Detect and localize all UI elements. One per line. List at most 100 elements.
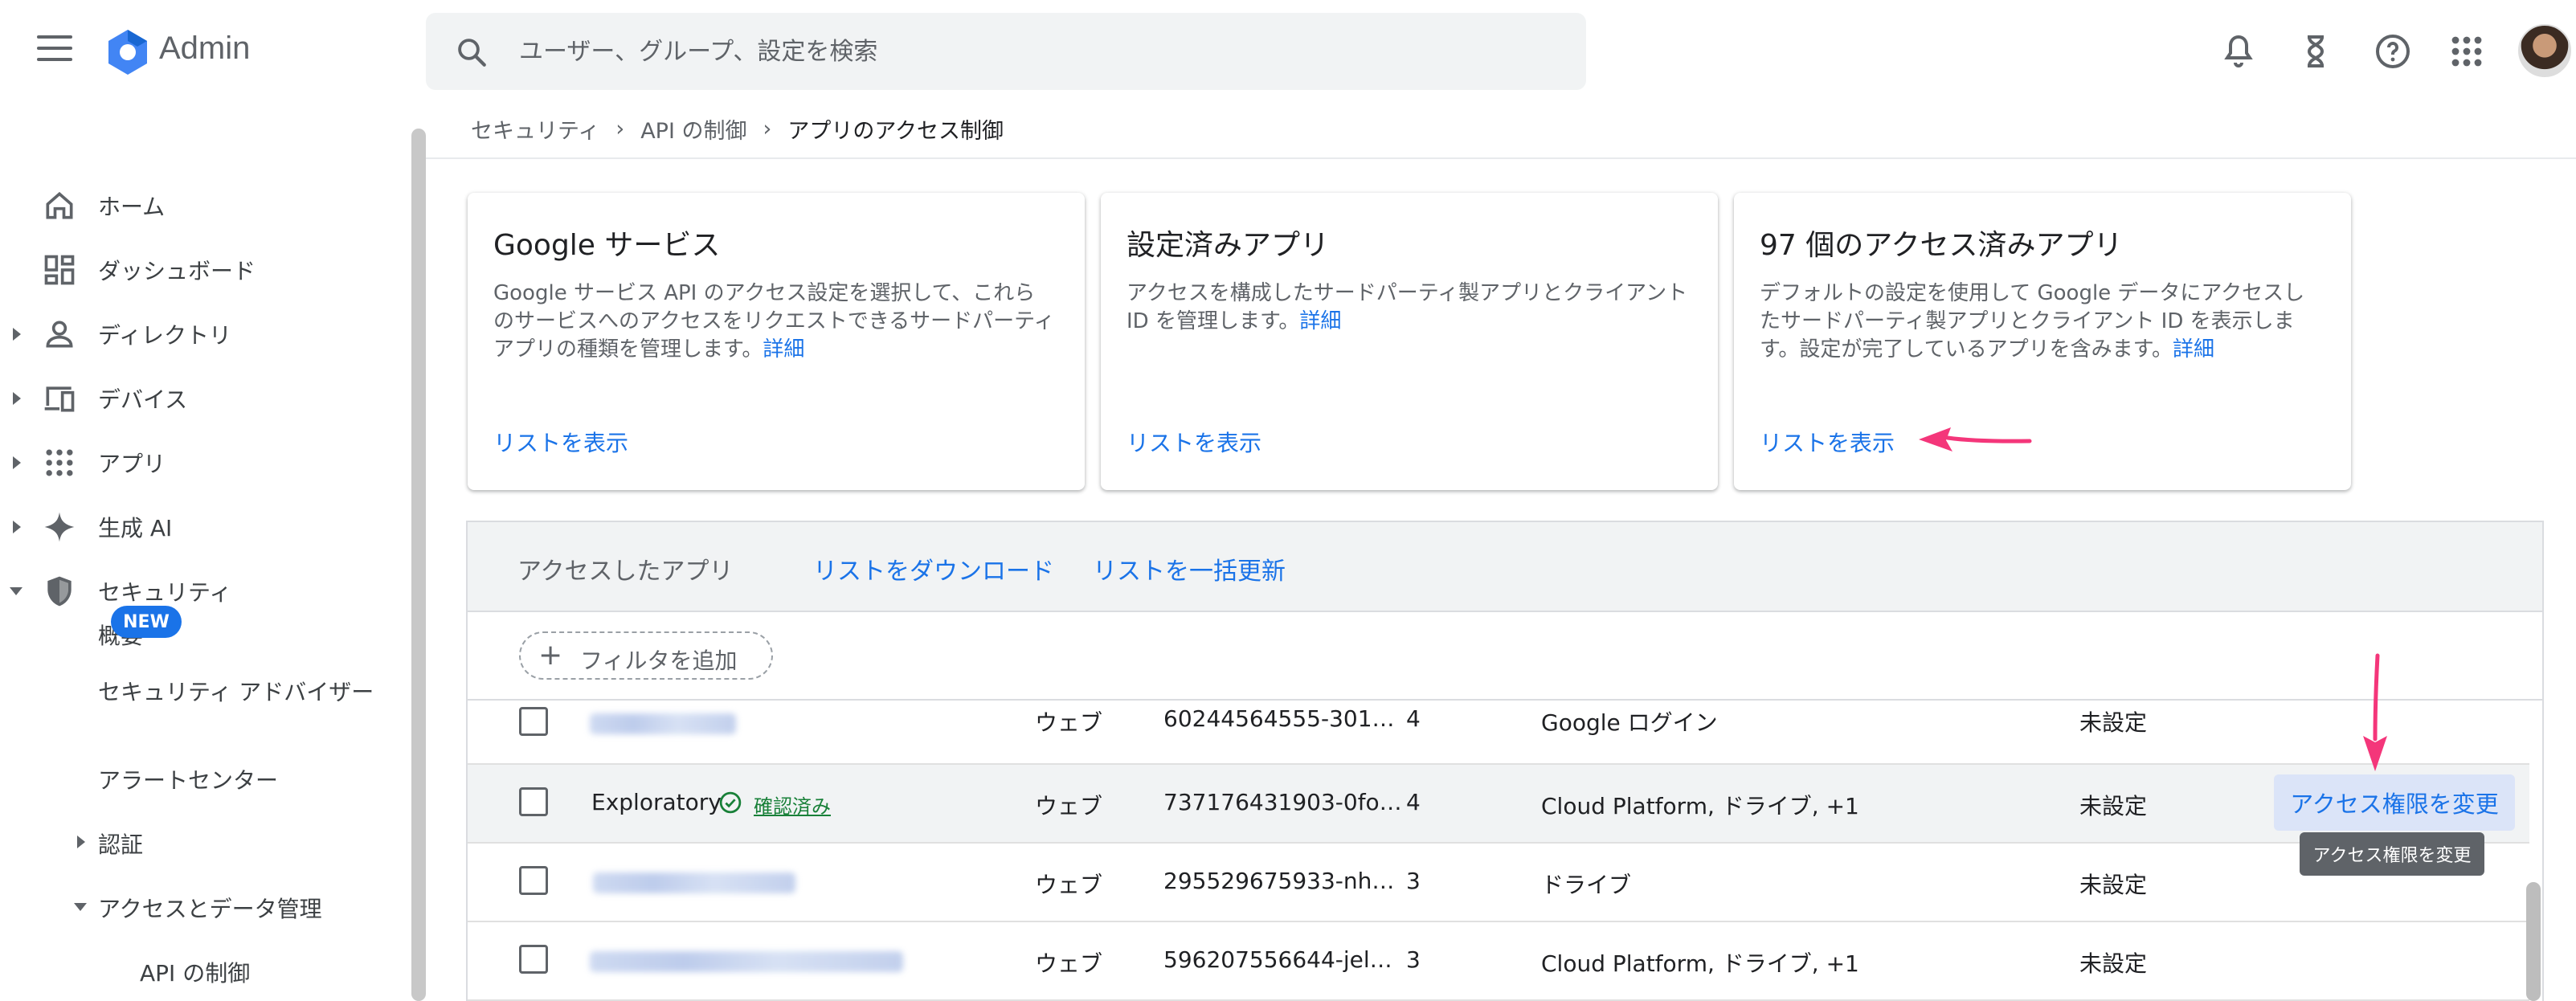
card-accessed-apps: 97 個のアクセス済みアプリ デフォルトの設定を使用して Google データに…: [1734, 193, 2351, 490]
new-badge: NEW: [111, 606, 182, 638]
user-count: 3: [1406, 868, 1421, 894]
details-link[interactable]: 詳細: [1299, 309, 1341, 333]
view-list-link[interactable]: リストを表示: [1126, 426, 1261, 458]
hourglass-icon[interactable]: [2296, 32, 2335, 71]
search-input[interactable]: [519, 31, 1548, 72]
card-configured-apps: 設定済みアプリ アクセスを構成したサードパーティ製アプリとクライアント ID を…: [1101, 193, 1718, 490]
chevron-right-icon: ›: [615, 116, 625, 141]
sidebar-item-label: ホーム: [98, 194, 166, 220]
annotation-arrow-left-icon: [1919, 427, 2032, 451]
expand-caret-icon[interactable]: [13, 392, 21, 405]
search-bar[interactable]: [426, 13, 1586, 90]
avatar[interactable]: [2518, 24, 2571, 77]
user-count: 3: [1406, 946, 1421, 973]
expand-caret-icon[interactable]: [13, 328, 21, 341]
details-link[interactable]: 詳細: [763, 337, 804, 362]
details-link[interactable]: 詳細: [2173, 337, 2214, 362]
add-filter-label: フィルタを追加: [580, 648, 738, 674]
table-row[interactable]: Exploratory 確認済み ウェブ 737176431903-0fo… 4…: [468, 765, 2529, 844]
access-status: 未設定: [2079, 950, 2148, 977]
apps-icon: [46, 449, 73, 476]
accessed-apps-panel: アクセスしたアプリ リストをダウンロード リストを一括更新 + フィルタを追加 …: [466, 521, 2544, 1001]
sidebar-item-security[interactable]: セキュリティ: [0, 569, 402, 614]
bulk-update-button[interactable]: リストを一括更新: [1093, 551, 1286, 586]
filter-row: + フィルタを追加: [468, 612, 2542, 701]
app-name-redacted[interactable]: [590, 951, 903, 972]
table-scrollbar[interactable]: [2526, 882, 2541, 1001]
devices-icon: [44, 386, 75, 412]
view-list-link[interactable]: リストを表示: [493, 426, 628, 458]
card-title: 97 個のアクセス済みアプリ: [1760, 229, 2123, 262]
sidebar-item-gen-ai[interactable]: 生成 AI: [0, 505, 402, 550]
requested-services: Google ログイン: [1541, 709, 1718, 736]
row-checkbox[interactable]: [519, 787, 548, 816]
person-icon: [46, 321, 73, 348]
collapse-caret-icon[interactable]: [10, 587, 22, 595]
download-list-button[interactable]: リストをダウンロード: [813, 551, 1054, 586]
card-google-services: Google サービス Google サービス API のアクセス設定を選択して…: [468, 193, 1085, 490]
row-checkbox[interactable]: [519, 707, 548, 736]
expand-caret-icon[interactable]: [77, 836, 85, 848]
sidebar-item-label: セキュリティ: [98, 579, 232, 606]
change-access-button[interactable]: アクセス権限を変更: [2274, 774, 2515, 831]
help-icon[interactable]: [2374, 32, 2412, 71]
sidebar-item-label: アプリ: [98, 451, 166, 477]
sidebar-item-alert-center[interactable]: アラートセンター: [98, 763, 278, 795]
search-icon: [458, 39, 486, 67]
annotation-arrow-down-icon: [2363, 653, 2387, 771]
admin-logo-icon: [108, 30, 147, 75]
notifications-icon[interactable]: [2219, 32, 2258, 71]
sidebar-item-authentication[interactable]: 認証: [98, 827, 143, 860]
app-type: ウェブ: [1035, 709, 1103, 736]
sidebar-item-dashboard[interactable]: ダッシュボード: [0, 247, 402, 292]
sidebar-item-devices[interactable]: デバイス: [0, 376, 402, 421]
app-title[interactable]: Admin: [159, 31, 250, 67]
app-type: ウェブ: [1035, 793, 1103, 819]
app-name-redacted[interactable]: [593, 872, 795, 893]
sidebar-item-apps[interactable]: アプリ: [0, 440, 402, 485]
plus-icon: +: [538, 639, 563, 672]
expand-caret-icon[interactable]: [13, 456, 21, 469]
row-checkbox[interactable]: [519, 866, 548, 895]
app-name-redacted[interactable]: [590, 713, 736, 734]
table-row[interactable]: ウェブ 295529675933-nh… 3 ドライブ 未設定: [468, 844, 2529, 922]
card-title: Google サービス: [493, 229, 721, 262]
card-description: デフォルトの設定を使用して Google データにアクセスしたサードパーティ製ア…: [1760, 281, 2305, 362]
row-checkbox[interactable]: [519, 945, 548, 974]
sidebar-item-api-controls[interactable]: API の制御: [140, 956, 250, 988]
breadcrumb-security[interactable]: セキュリティ: [471, 113, 599, 145]
user-count: 4: [1406, 705, 1421, 732]
apps-grid-icon[interactable]: [2447, 32, 2486, 71]
sidebar-item-label: 生成 AI: [98, 515, 173, 541]
panel-header: アクセスしたアプリ リストをダウンロード リストを一括更新: [468, 522, 2542, 612]
app-type: ウェブ: [1035, 950, 1103, 977]
verified-badge[interactable]: 確認済み: [754, 791, 831, 819]
app-name-link[interactable]: Exploratory: [591, 789, 722, 815]
sidebar-item-security-advisor[interactable]: セキュリティ アドバイザー: [98, 675, 374, 707]
client-id: 60244564555-301…: [1163, 705, 1395, 732]
add-filter-button[interactable]: + フィルタを追加: [519, 631, 773, 680]
breadcrumb-api-controls[interactable]: API の制御: [640, 113, 746, 145]
main-menu-icon[interactable]: [37, 35, 72, 67]
requested-services: ドライブ: [1541, 872, 1632, 898]
top-bar: Admin: [0, 0, 2576, 103]
sidebar-item-label: ディレクトリ: [98, 322, 232, 349]
collapse-caret-icon[interactable]: [74, 903, 87, 911]
access-status: 未設定: [2079, 709, 2148, 736]
sidebar-scrollbar[interactable]: [411, 129, 426, 1001]
user-count: 4: [1406, 789, 1421, 815]
expand-caret-icon[interactable]: [13, 521, 21, 533]
sidebar-item-directory[interactable]: ディレクトリ: [0, 312, 402, 357]
home-icon: [46, 191, 73, 219]
card-description: Google サービス API のアクセス設定を選択して、これらのサービスへのア…: [493, 281, 1055, 362]
sidebar-item-access-data[interactable]: アクセスとデータ管理: [98, 892, 322, 924]
sidebar: ホーム ダッシュボード ディレクトリ デバイス アプリ 生成 AI セキュリティ…: [0, 103, 410, 1001]
view-list-link[interactable]: リストを表示: [1760, 426, 1895, 458]
table-row[interactable]: ウェブ 596207556644-jel… 3 Cloud Platform, …: [468, 922, 2529, 1001]
panel-title: アクセスしたアプリ: [517, 558, 734, 586]
tooltip: アクセス権限を変更: [2300, 832, 2484, 876]
table-row[interactable]: ウェブ 60244564555-301… 4 Google ログイン 未設定: [468, 701, 2529, 765]
verified-check-icon: [719, 791, 742, 814]
client-id: 596207556644-jel…: [1163, 946, 1392, 973]
sidebar-item-home[interactable]: ホーム: [0, 183, 402, 228]
